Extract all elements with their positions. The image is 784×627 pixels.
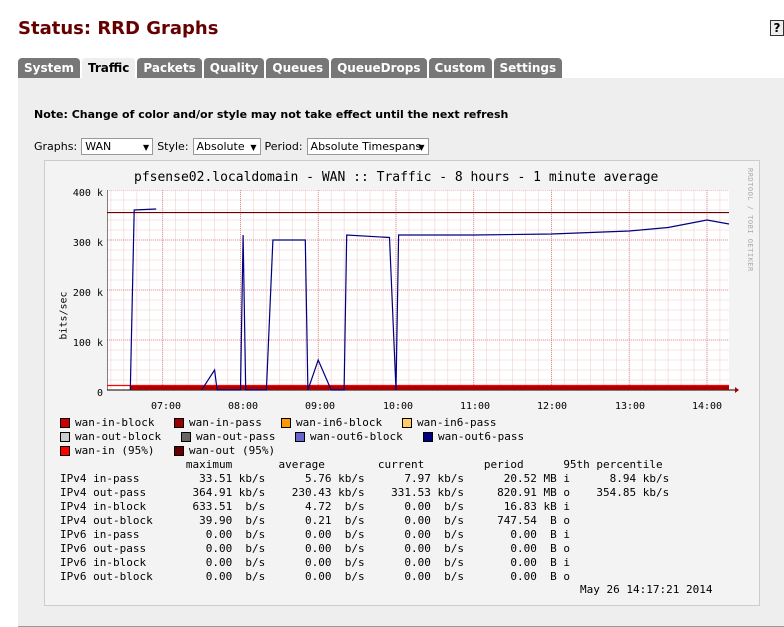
legend-swatch: [60, 417, 70, 428]
legend-label: wan-out-pass: [196, 430, 276, 443]
legend-label: wan-in6-block: [296, 416, 383, 429]
stats-row: IPv6 in-block 0.00 b/s 0.00 b/s 0.00 b/s…: [60, 556, 570, 569]
legend-swatch: [423, 431, 433, 442]
style-select[interactable]: Absolute ▼: [192, 138, 261, 155]
chevron-down-icon: ▼: [418, 143, 425, 152]
graph-timestamp: May 26 14:17:21 2014: [580, 583, 713, 596]
legend-swatch: [174, 445, 184, 456]
legend-label: wan-out (95%): [189, 444, 276, 457]
legend-item: wan-out6-block: [295, 430, 403, 443]
stats-row: IPv4 out-block 39.90 b/s 0.21 b/s 0.00 b…: [60, 514, 570, 527]
tab-traffic[interactable]: Traffic: [82, 58, 136, 80]
legend-swatch: [181, 431, 191, 442]
legend-swatch: [60, 431, 70, 442]
legend-label: wan-in (95%): [75, 444, 155, 457]
tab-quality[interactable]: Quality: [203, 58, 265, 78]
legend-label: wan-out-block: [75, 430, 162, 443]
stats-row: IPv6 out-block 0.00 b/s 0.00 b/s 0.00 b/…: [60, 570, 570, 583]
legend-swatch: [174, 417, 184, 428]
stats-header: maximum average current period 95th perc…: [60, 458, 663, 471]
legend-item: wan-out6-pass: [423, 430, 524, 443]
tab-custom[interactable]: Custom: [428, 58, 492, 78]
y-tick-label: 200 k: [72, 288, 103, 299]
x-tick-label: 12:00: [536, 401, 568, 412]
graphs-select-value: WAN: [85, 140, 112, 153]
x-tick-label: 07:00: [150, 401, 182, 412]
style-select-value: Absolute: [196, 140, 245, 153]
legend-swatch: [281, 417, 291, 428]
rrdtool-credit: RRDTOOL / TOBI OETIKER: [746, 168, 754, 272]
tab-packets[interactable]: Packets: [137, 58, 202, 78]
legend-label: wan-out6-pass: [438, 430, 525, 443]
legend-label: wan-in-block: [75, 416, 155, 429]
period-label: Period:: [264, 140, 303, 153]
x-tick-label: 09:00: [304, 401, 336, 412]
tab-settings[interactable]: Settings: [493, 58, 563, 78]
chevron-down-icon: ▼: [250, 143, 257, 152]
help-icon[interactable]: ?: [770, 20, 784, 36]
tab-queuedrops[interactable]: QueueDrops: [331, 58, 427, 78]
stats-row: IPv4 in-block 633.51 b/s 4.72 b/s 0.00 b…: [60, 500, 570, 513]
y-tick-label: 0: [96, 388, 103, 399]
stats-row: IPv4 in-pass 33.51 kb/s 5.76 kb/s 7.97 k…: [60, 472, 670, 485]
legend-item: wan-out-block: [60, 430, 161, 443]
y-tick-label: 100 k: [72, 338, 103, 349]
legend-item: wan-in-pass: [174, 416, 262, 429]
legend-label: wan-in6-pass: [417, 416, 497, 429]
tab-bar: System Traffic Packets Quality Queues Qu…: [18, 58, 564, 80]
tab-system[interactable]: System: [18, 58, 80, 78]
legend-item: wan-in (95%): [60, 444, 154, 457]
legend-item: wan-out-pass: [181, 430, 275, 443]
graph-title: pfsense02.localdomain - WAN :: Traffic -…: [134, 170, 659, 185]
x-axis-arrow: [735, 387, 739, 393]
legend-swatch: [295, 431, 305, 442]
x-tick-label: 13:00: [614, 401, 646, 412]
style-label: Style:: [157, 140, 189, 153]
y-tick-label: 400 k: [72, 188, 103, 199]
x-tick-label: 11:00: [459, 401, 491, 412]
graphs-select[interactable]: WAN ▼: [81, 138, 154, 155]
legend-label: wan-out6-block: [310, 430, 403, 443]
traffic-chart: [107, 190, 739, 393]
tab-queues[interactable]: Queues: [266, 58, 330, 78]
stats-row: IPv6 in-pass 0.00 b/s 0.00 b/s 0.00 b/s …: [60, 528, 570, 541]
legend-item: wan-out (95%): [174, 444, 275, 457]
y-tick-label: 300 k: [72, 238, 103, 249]
period-select-value: Absolute Timespans: [310, 140, 422, 153]
refresh-note: Note: Change of color and/or style may n…: [34, 108, 509, 121]
stats-row: IPv6 out-pass 0.00 b/s 0.00 b/s 0.00 b/s…: [60, 542, 570, 555]
legend-item: wan-in6-block: [281, 416, 382, 429]
period-select[interactable]: Absolute Timespans ▼: [306, 138, 429, 155]
chevron-down-icon: ▼: [143, 143, 150, 152]
x-tick-label: 10:00: [382, 401, 414, 412]
x-tick-label: 14:00: [691, 401, 723, 412]
graph-filters: Graphs: WAN ▼ Style: Absolute ▼ Period: …: [34, 138, 433, 155]
legend-swatch: [402, 417, 412, 428]
legend-swatch: [60, 445, 70, 456]
legend-label: wan-in-pass: [189, 416, 262, 429]
legend-item: wan-in-block: [60, 416, 154, 429]
page-title: Status: RRD Graphs: [18, 18, 219, 39]
stats-row: IPv4 out-pass 364.91 kb/s 230.43 kb/s 33…: [60, 486, 670, 499]
x-tick-label: 08:00: [227, 401, 259, 412]
legend-item: wan-in6-pass: [402, 416, 496, 429]
graphs-label: Graphs:: [34, 140, 78, 153]
